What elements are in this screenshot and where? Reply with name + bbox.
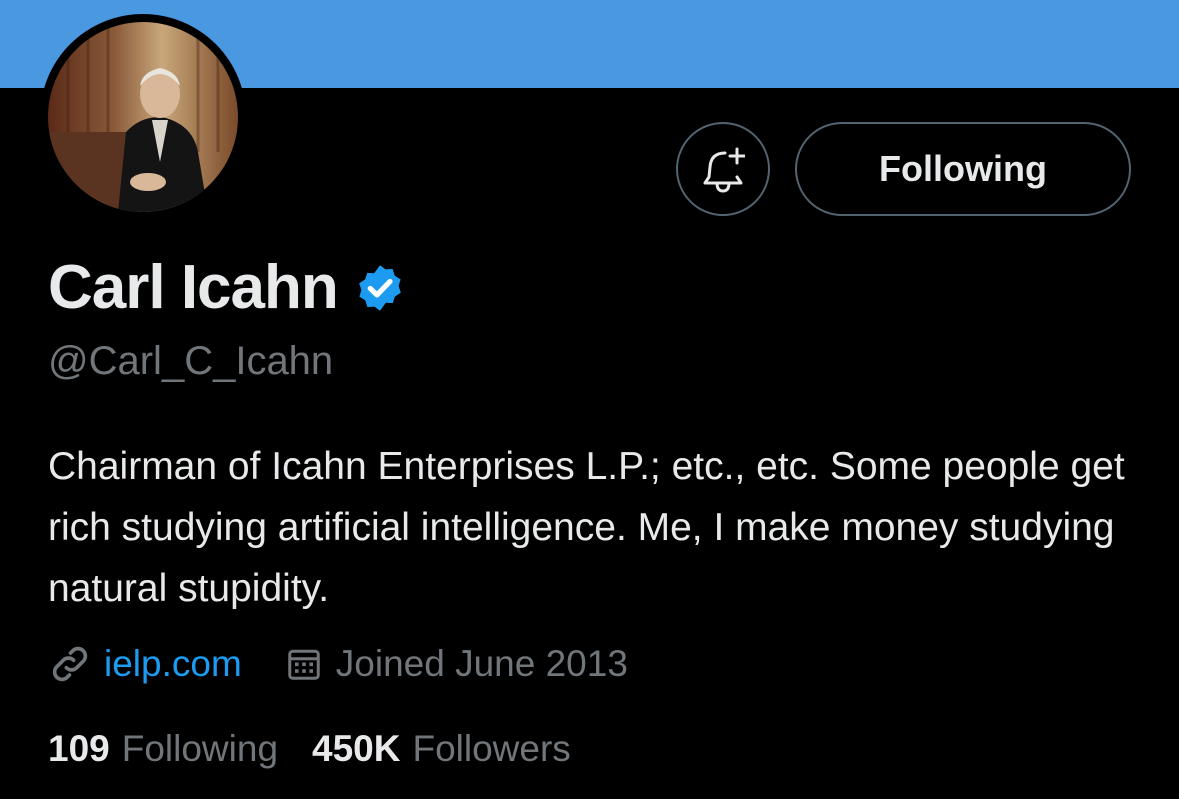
following-button[interactable]: Following <box>795 122 1131 216</box>
following-count: 109 <box>48 728 110 769</box>
followers-count: 450K <box>312 728 401 769</box>
avatar-photo <box>48 22 238 212</box>
following-label: Following <box>121 728 279 769</box>
joined-date: Joined June 2013 <box>286 640 628 688</box>
verified-badge-icon[interactable] <box>354 262 406 314</box>
name-row: Carl Icahn <box>48 252 406 324</box>
followers-label: Followers <box>412 728 571 769</box>
notifications-button[interactable] <box>676 122 770 216</box>
profile-stats: 109 Following 450K Followers <box>48 725 571 773</box>
profile-bio: Chairman of Icahn Enterprises L.P.; etc.… <box>48 445 1125 610</box>
website-link[interactable]: ielp.com <box>48 640 242 688</box>
bell-plus-icon <box>703 147 745 193</box>
calendar-icon <box>288 649 320 680</box>
avatar[interactable] <box>40 14 246 220</box>
link-icon <box>52 646 88 682</box>
followers-count-link[interactable]: 450K Followers <box>312 725 571 773</box>
following-button-label: Following <box>879 148 1047 189</box>
profile-meta: ielp.com Joined June 2013 <box>48 640 628 688</box>
display-name: Carl Icahn <box>48 253 339 322</box>
website-link-text[interactable]: ielp.com <box>104 640 242 688</box>
following-count-link[interactable]: 109 Following <box>48 725 278 773</box>
profile-handle: @Carl_C_Icahn <box>48 339 334 383</box>
joined-date-text: Joined June 2013 <box>335 643 628 684</box>
